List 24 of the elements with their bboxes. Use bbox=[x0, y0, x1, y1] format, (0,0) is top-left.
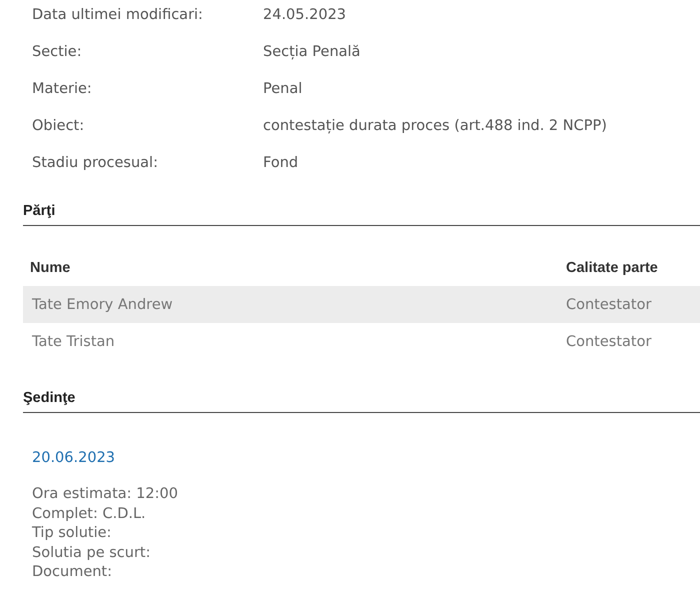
field-value: Secția Penală bbox=[263, 43, 362, 62]
column-header: Nume bbox=[29, 259, 72, 278]
section-heading: Părţi bbox=[23, 203, 700, 226]
hearing-detail: Solutia pe scurt: bbox=[32, 544, 152, 562]
field-label: Stadiu procesual: bbox=[32, 154, 159, 173]
hearing-detail: Ora estimata: 12:00 bbox=[32, 485, 179, 504]
field-label: Obiect: bbox=[32, 117, 86, 136]
hearing-detail: Document: bbox=[32, 563, 114, 582]
table-cell: Tate Emory Andrew bbox=[23, 286, 558, 323]
table-cell: Contestator bbox=[558, 286, 700, 323]
field-value: contestație durata proces (art.488 ind. 2 NCPP) bbox=[263, 117, 608, 136]
hearing-detail: Tip solutie: bbox=[32, 524, 112, 543]
field-value: Penal bbox=[263, 80, 304, 99]
section-heading: Şedinţe bbox=[23, 390, 700, 413]
hearing-detail: Complet: C.D.L. bbox=[32, 504, 147, 524]
field-label: Materie: bbox=[32, 80, 93, 99]
hearing-date-link[interactable]: 20.06.2023 bbox=[32, 448, 116, 468]
column-header: Calitate parte bbox=[565, 259, 659, 278]
field-value: Fond bbox=[263, 154, 300, 173]
field-label: Sectie: bbox=[32, 43, 83, 62]
table-cell-text: Tate Tristan bbox=[31, 332, 116, 352]
field-label: Data ultimei modificari: bbox=[32, 6, 204, 25]
table-cell-text: Contestator bbox=[565, 332, 652, 352]
field-value: 24.05.2023 bbox=[263, 6, 348, 25]
